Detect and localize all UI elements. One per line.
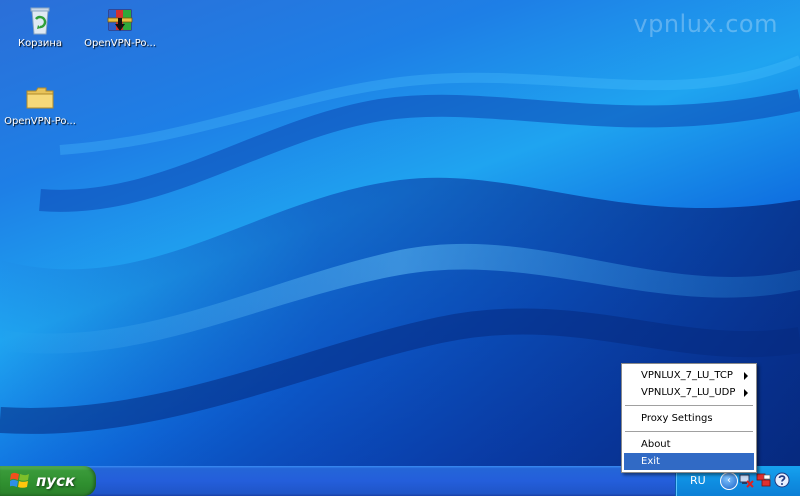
- folder-icon: [26, 87, 54, 109]
- menu-separator: [625, 431, 753, 432]
- network-disconnected-icon[interactable]: [738, 472, 754, 488]
- start-button-label: пуск: [36, 472, 76, 490]
- archive-icon: [107, 9, 133, 31]
- menu-item-vpnlux-udp[interactable]: VPNLUX_7_LU_UDP: [624, 384, 754, 401]
- desktop-icon-openvpn-folder[interactable]: OpenVPN-Po...: [0, 82, 80, 127]
- language-indicator[interactable]: RU: [690, 474, 706, 487]
- watermark-text: vpnlux.com: [633, 10, 778, 38]
- desktop-icon-recycle-bin[interactable]: Корзина: [0, 4, 80, 49]
- submenu-arrow-icon: [744, 372, 748, 380]
- start-button[interactable]: пуск: [0, 466, 96, 496]
- menu-separator: [625, 405, 753, 406]
- submenu-arrow-icon: [744, 389, 748, 397]
- desktop-icon-label: OpenVPN-Po...: [84, 38, 156, 49]
- desktop-icon-label: OpenVPN-Po...: [4, 116, 76, 127]
- menu-item-label: VPNLUX_7_LU_TCP: [641, 370, 733, 381]
- recycle-bin-icon: [30, 7, 50, 35]
- menu-item-about[interactable]: About: [624, 436, 754, 453]
- menu-item-label: VPNLUX_7_LU_UDP: [641, 387, 736, 398]
- show-hidden-icons-button[interactable]: ‹: [720, 472, 738, 490]
- menu-item-exit[interactable]: Exit: [624, 453, 754, 470]
- help-icon[interactable]: [774, 472, 790, 488]
- desktop-icon-openvpn-archive[interactable]: OpenVPN-Po...: [80, 4, 160, 49]
- desktop-icon-label: Корзина: [17, 38, 63, 49]
- menu-item-proxy-settings[interactable]: Proxy Settings: [624, 410, 754, 427]
- menu-item-label: About: [641, 439, 671, 450]
- menu-item-label: Proxy Settings: [641, 413, 713, 424]
- openvpn-context-menu: VPNLUX_7_LU_TCP VPNLUX_7_LU_UDP Proxy Se…: [621, 363, 757, 473]
- menu-item-label: Exit: [641, 456, 660, 467]
- openvpn-icon[interactable]: [756, 472, 772, 488]
- windows-logo-icon: [10, 472, 29, 488]
- menu-item-vpnlux-tcp[interactable]: VPNLUX_7_LU_TCP: [624, 367, 754, 384]
